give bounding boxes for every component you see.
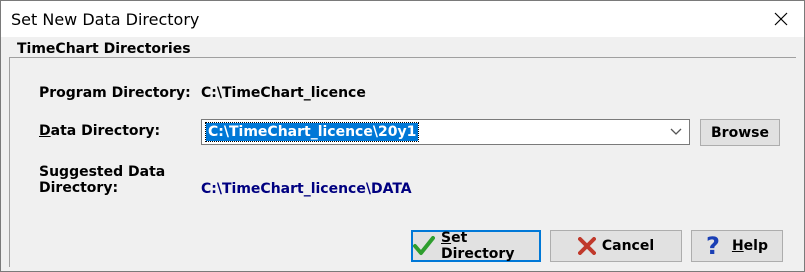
- data-directory-label: Data Directory:: [39, 123, 161, 139]
- data-directory-input[interactable]: C:\TimeChart_licence\20y1: [204, 122, 420, 142]
- browse-button[interactable]: Browse: [700, 119, 780, 146]
- set-directory-button[interactable]: Set Directory: [411, 230, 541, 262]
- window-title: Set New Data Directory: [11, 10, 200, 29]
- close-button[interactable]: [758, 1, 804, 37]
- cancel-icon: [577, 237, 596, 255]
- close-icon: [774, 12, 788, 26]
- suggested-directory-label: Suggested Data Directory:: [39, 164, 166, 196]
- chevron-down-icon: [670, 128, 682, 135]
- program-directory-label: Program Directory:: [39, 85, 191, 101]
- help-icon: ?: [706, 232, 720, 260]
- groupbox-border-left: [9, 57, 10, 267]
- suggested-directory-value: C:\TimeChart_licence\DATA: [201, 181, 412, 197]
- groupbox-border: [9, 57, 796, 58]
- check-icon: [413, 236, 435, 256]
- data-directory-combobox[interactable]: C:\TimeChart_licence\20y1: [201, 119, 690, 145]
- groupbox-title: TimeChart Directories: [13, 41, 195, 57]
- set-directory-label: Set Directory: [441, 230, 515, 262]
- cancel-button[interactable]: Cancel: [550, 230, 682, 262]
- dialog-window: Set New Data Directory TimeChart Directo…: [0, 0, 805, 272]
- program-directory-value: C:\TimeChart_licence: [201, 85, 366, 101]
- cancel-label: Cancel: [601, 238, 655, 254]
- title-bar: Set New Data Directory: [1, 1, 804, 37]
- dropdown-button[interactable]: [663, 120, 689, 144]
- help-button[interactable]: ? Help: [691, 230, 783, 262]
- help-label: Help: [731, 238, 768, 254]
